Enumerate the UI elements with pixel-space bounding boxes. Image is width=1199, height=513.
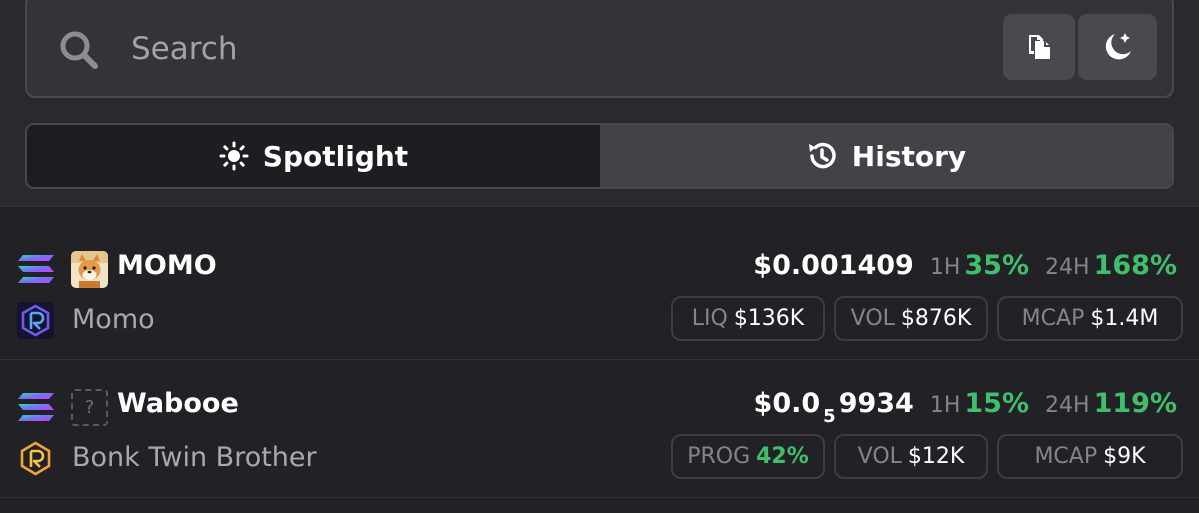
- change-1h-value: 35%: [964, 250, 1030, 281]
- token-avatar-placeholder: ?: [71, 389, 108, 426]
- stat-pill-liq: LIQ $136K: [671, 296, 825, 341]
- tab-history-label: History: [851, 139, 967, 173]
- tab-bar: Spotlight History: [25, 123, 1174, 189]
- change-1h-value: 15%: [964, 388, 1030, 419]
- history-icon: [808, 142, 836, 169]
- moon-star-icon: [1105, 33, 1131, 60]
- change-1h-label: 1H: [929, 393, 961, 418]
- token-price: $0.001409: [753, 250, 914, 281]
- tab-spotlight[interactable]: Spotlight: [27, 125, 600, 187]
- token-symbol: Wabooe: [117, 388, 239, 419]
- stat-pill-vol: VOL $876K: [834, 296, 988, 341]
- token-avatar-image: [71, 251, 108, 288]
- change-24h-value: 119%: [1093, 388, 1177, 419]
- price-zero-count: 5: [823, 406, 836, 427]
- stat-label: VOL: [857, 444, 902, 469]
- stat-label: MCAP: [1021, 306, 1085, 331]
- stat-value: $876K: [900, 306, 972, 331]
- token-symbol: MOMO: [117, 250, 217, 281]
- solana-icon: [18, 393, 54, 421]
- change-24h-label: 24H: [1045, 393, 1090, 418]
- stat-pills: LIQ $136K VOL $876K MCAP $1.4M: [671, 296, 1183, 341]
- stat-value: $9K: [1103, 444, 1146, 469]
- change-24h-label: 24H: [1045, 255, 1090, 280]
- search-input[interactable]: [131, 26, 991, 72]
- raydium-icon: [17, 302, 54, 339]
- tab-spotlight-label: Spotlight: [262, 139, 409, 173]
- token-price: $0.0 5 9934: [753, 388, 914, 427]
- price-line: $0.001409 1H 35% 24H 168%: [753, 250, 1177, 281]
- theme-toggle-button[interactable]: [1078, 14, 1157, 80]
- token-row[interactable]: MOMO Momo $0.001409 1H 35% 24H 168% LIQ …: [0, 222, 1199, 360]
- stat-value: $12K: [907, 444, 965, 469]
- change-24h-value: 168%: [1093, 250, 1177, 281]
- stat-value: $136K: [733, 306, 805, 331]
- stat-pill-prog: PROG 42%: [671, 434, 825, 479]
- price-line: $0.0 5 9934 1H 15% 24H 119%: [754, 388, 1177, 427]
- stat-pill-mcap: MCAP $1.4M: [997, 296, 1183, 341]
- stat-label: VOL: [850, 306, 895, 331]
- stat-value: $1.4M: [1090, 306, 1159, 331]
- solana-icon: [18, 255, 54, 283]
- stat-value: 42%: [756, 444, 809, 469]
- header-area: Spotlight History: [0, 0, 1199, 207]
- sun-icon: [219, 141, 249, 171]
- copy-icon: [1029, 35, 1050, 59]
- stat-label: PROG: [687, 444, 751, 469]
- stat-pills: PROG 42% VOL $12K MCAP $9K: [671, 434, 1183, 479]
- token-row[interactable]: ? Wabooe Bonk Twin Brother $0.0 5 9934 1H …: [0, 360, 1199, 498]
- stat-pill-mcap: MCAP $9K: [997, 434, 1183, 479]
- change-1h-label: 1H: [929, 255, 961, 280]
- search-bar[interactable]: [25, 0, 1174, 98]
- stat-pill-vol: VOL $12K: [834, 434, 988, 479]
- tab-history[interactable]: History: [600, 125, 1172, 187]
- search-icon: [60, 31, 98, 69]
- copy-button[interactable]: [1003, 14, 1075, 80]
- raydium-icon: [20, 441, 51, 476]
- stat-label: MCAP: [1034, 444, 1098, 469]
- token-name: Bonk Twin Brother: [72, 442, 317, 473]
- token-name: Momo: [72, 304, 155, 335]
- stat-label: LIQ: [691, 306, 728, 331]
